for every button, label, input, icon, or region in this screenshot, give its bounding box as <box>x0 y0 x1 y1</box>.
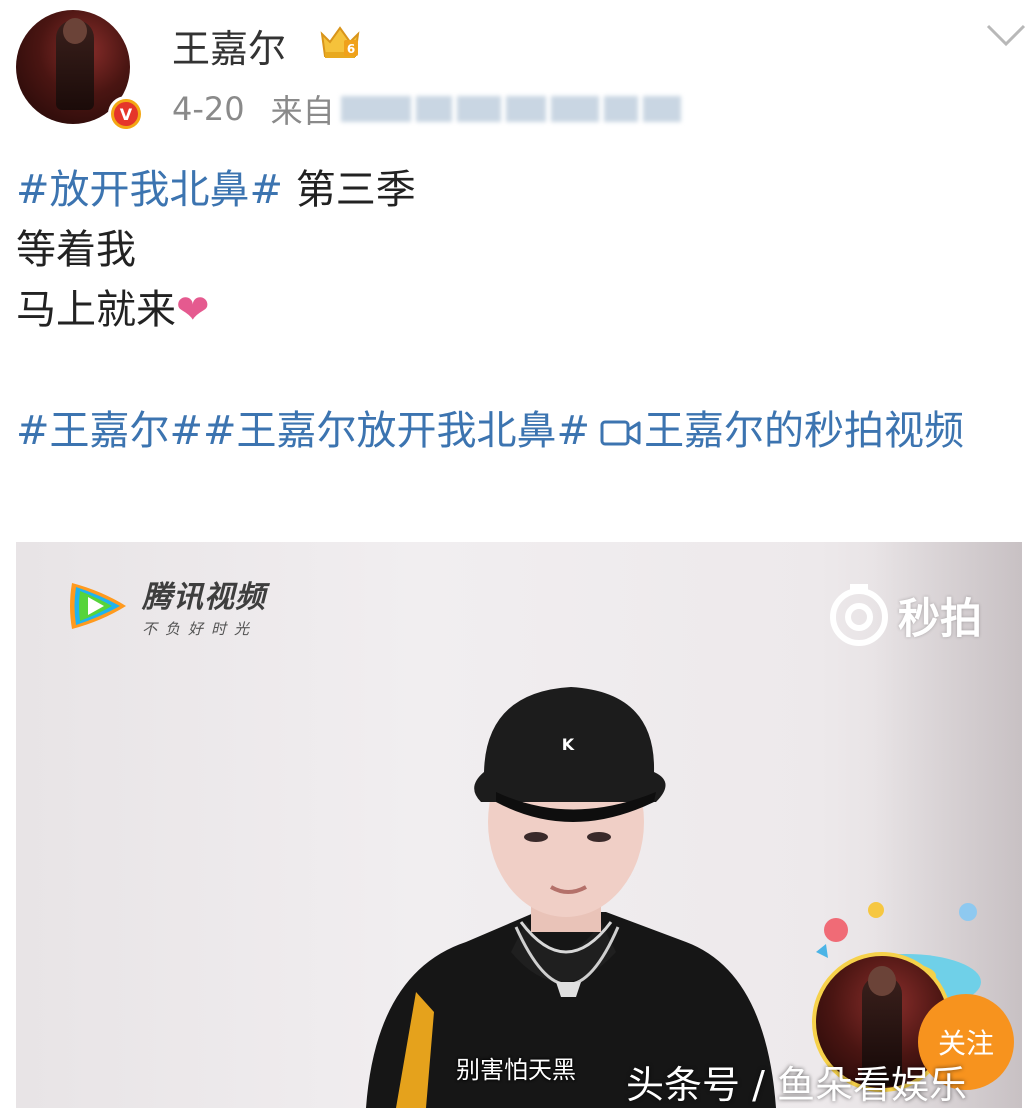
tencent-video-slogan: 不负好时光 <box>142 620 258 638</box>
watermark-text: 头条号 / 鱼朵看娱乐 <box>626 1063 967 1107</box>
crown-icon: 6 <box>320 26 360 58</box>
post-meta: 4-20 来自 <box>172 86 681 132</box>
svg-text:K: K <box>562 735 575 754</box>
video-camera-icon <box>600 420 641 446</box>
tencent-video-title: 腾讯视频 <box>142 580 266 615</box>
tencent-video-logo-icon <box>70 582 126 629</box>
miaopai-logo: 秒拍 <box>828 584 982 646</box>
blurred-source <box>340 96 681 122</box>
video-link[interactable]: 王嘉尔的秒拍视频 <box>644 408 964 454</box>
miaopai-label: 秒拍 <box>897 593 982 643</box>
tag-links[interactable]: #王嘉尔##王嘉尔放开我北鼻# <box>16 408 590 454</box>
author-avatar[interactable]: V <box>16 10 144 132</box>
author-name[interactable]: 王嘉尔 <box>172 18 286 73</box>
post-date: 4-20 <box>172 90 245 128</box>
post-line-3: 马上就来❤ <box>16 280 1016 340</box>
post-content: #放开我北鼻# 第三季 等着我 马上就来❤ <box>16 160 1016 340</box>
miaopai-logo-icon <box>829 584 888 646</box>
tencent-video-logo: 腾讯视频 不负好时光 <box>66 572 266 639</box>
heart-emoji: ❤ <box>176 287 210 333</box>
verified-v-icon: V <box>108 96 144 132</box>
video-player[interactable]: 腾讯视频 不负好时光 秒拍 K 别害怕天黑 关注 头条号 / 鱼朵看娱乐 <box>16 542 1022 1108</box>
post-source-label: 来自 <box>270 92 335 130</box>
post-line-1: #放开我北鼻# 第三季 <box>16 160 1016 220</box>
post-line-text: 第三季 <box>283 167 416 213</box>
post-line-text: 马上就来 <box>16 287 176 333</box>
post-tags: #王嘉尔##王嘉尔放开我北鼻# 王嘉尔的秒拍视频 <box>16 400 1016 462</box>
post-line-2: 等着我 <box>16 227 136 273</box>
topic-link[interactable]: #放开我北鼻# <box>16 167 283 213</box>
svg-text:6: 6 <box>347 42 355 56</box>
video-person: K <box>366 687 776 1108</box>
video-subtitle: 别害怕天黑 <box>456 1056 576 1084</box>
chevron-down-icon[interactable] <box>986 22 1026 48</box>
